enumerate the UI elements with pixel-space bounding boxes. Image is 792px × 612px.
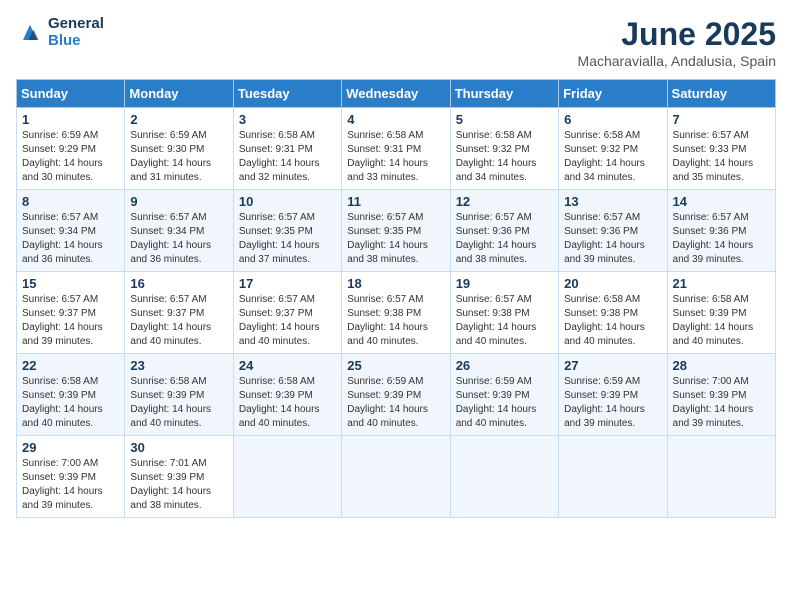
- calendar-cell: 15 Sunrise: 6:57 AMSunset: 9:37 PMDaylig…: [17, 272, 125, 354]
- calendar-cell: [450, 436, 558, 518]
- header-row: SundayMondayTuesdayWednesdayThursdayFrid…: [17, 80, 776, 108]
- calendar-row: 29 Sunrise: 7:00 AMSunset: 9:39 PMDaylig…: [17, 436, 776, 518]
- calendar-cell: 7 Sunrise: 6:57 AMSunset: 9:33 PMDayligh…: [667, 108, 775, 190]
- calendar-cell: 11 Sunrise: 6:57 AMSunset: 9:35 PMDaylig…: [342, 190, 450, 272]
- calendar-cell: 18 Sunrise: 6:57 AMSunset: 9:38 PMDaylig…: [342, 272, 450, 354]
- calendar-row: 1Sunrise: 6:59 AMSunset: 9:29 PMDaylight…: [17, 108, 776, 190]
- calendar-cell: 1Sunrise: 6:59 AMSunset: 9:29 PMDaylight…: [17, 108, 125, 190]
- calendar-cell: 27 Sunrise: 6:59 AMSunset: 9:39 PMDaylig…: [559, 354, 667, 436]
- header-cell-sunday: Sunday: [17, 80, 125, 108]
- calendar-cell: 16 Sunrise: 6:57 AMSunset: 9:37 PMDaylig…: [125, 272, 233, 354]
- calendar-cell: 3 Sunrise: 6:58 AMSunset: 9:31 PMDayligh…: [233, 108, 341, 190]
- month-title: June 2025: [578, 16, 776, 53]
- calendar-cell: 28 Sunrise: 7:00 AMSunset: 9:39 PMDaylig…: [667, 354, 775, 436]
- calendar-cell: 4 Sunrise: 6:58 AMSunset: 9:31 PMDayligh…: [342, 108, 450, 190]
- header-cell-thursday: Thursday: [450, 80, 558, 108]
- calendar-cell: 30 Sunrise: 7:01 AMSunset: 9:39 PMDaylig…: [125, 436, 233, 518]
- calendar-cell: 9 Sunrise: 6:57 AMSunset: 9:34 PMDayligh…: [125, 190, 233, 272]
- logo-line2: Blue: [48, 33, 104, 50]
- calendar-cell: 24 Sunrise: 6:58 AMSunset: 9:39 PMDaylig…: [233, 354, 341, 436]
- title-block: June 2025 Macharavialla, Andalusia, Spai…: [578, 16, 776, 69]
- calendar-cell: 25 Sunrise: 6:59 AMSunset: 9:39 PMDaylig…: [342, 354, 450, 436]
- calendar-cell: 14 Sunrise: 6:57 AMSunset: 9:36 PMDaylig…: [667, 190, 775, 272]
- calendar-cell: 8 Sunrise: 6:57 AMSunset: 9:34 PMDayligh…: [17, 190, 125, 272]
- logo: General Blue: [16, 16, 104, 49]
- calendar-cell: 22 Sunrise: 6:58 AMSunset: 9:39 PMDaylig…: [17, 354, 125, 436]
- calendar-row: 15 Sunrise: 6:57 AMSunset: 9:37 PMDaylig…: [17, 272, 776, 354]
- calendar-cell: 23 Sunrise: 6:58 AMSunset: 9:39 PMDaylig…: [125, 354, 233, 436]
- calendar-row: 8 Sunrise: 6:57 AMSunset: 9:34 PMDayligh…: [17, 190, 776, 272]
- calendar-cell: 13 Sunrise: 6:57 AMSunset: 9:36 PMDaylig…: [559, 190, 667, 272]
- logo-icon: [16, 19, 44, 47]
- page-header: General Blue June 2025 Macharavialla, An…: [16, 16, 776, 69]
- calendar-cell: 20 Sunrise: 6:58 AMSunset: 9:38 PMDaylig…: [559, 272, 667, 354]
- header-cell-tuesday: Tuesday: [233, 80, 341, 108]
- calendar-cell: [667, 436, 775, 518]
- calendar-table: SundayMondayTuesdayWednesdayThursdayFrid…: [16, 79, 776, 518]
- calendar-row: 22 Sunrise: 6:58 AMSunset: 9:39 PMDaylig…: [17, 354, 776, 436]
- calendar-cell: 2 Sunrise: 6:59 AMSunset: 9:30 PMDayligh…: [125, 108, 233, 190]
- calendar-cell: 6 Sunrise: 6:58 AMSunset: 9:32 PMDayligh…: [559, 108, 667, 190]
- location-title: Macharavialla, Andalusia, Spain: [578, 53, 776, 69]
- calendar-cell: 12 Sunrise: 6:57 AMSunset: 9:36 PMDaylig…: [450, 190, 558, 272]
- calendar-cell: 29 Sunrise: 7:00 AMSunset: 9:39 PMDaylig…: [17, 436, 125, 518]
- logo-line1: General: [48, 16, 104, 33]
- calendar-cell: 19 Sunrise: 6:57 AMSunset: 9:38 PMDaylig…: [450, 272, 558, 354]
- calendar-cell: [559, 436, 667, 518]
- calendar-cell: 5 Sunrise: 6:58 AMSunset: 9:32 PMDayligh…: [450, 108, 558, 190]
- calendar-cell: 10 Sunrise: 6:57 AMSunset: 9:35 PMDaylig…: [233, 190, 341, 272]
- calendar-cell: [342, 436, 450, 518]
- header-cell-friday: Friday: [559, 80, 667, 108]
- calendar-cell: 26 Sunrise: 6:59 AMSunset: 9:39 PMDaylig…: [450, 354, 558, 436]
- calendar-cell: [233, 436, 341, 518]
- header-cell-monday: Monday: [125, 80, 233, 108]
- header-cell-wednesday: Wednesday: [342, 80, 450, 108]
- calendar-cell: 21 Sunrise: 6:58 AMSunset: 9:39 PMDaylig…: [667, 272, 775, 354]
- calendar-cell: 17 Sunrise: 6:57 AMSunset: 9:37 PMDaylig…: [233, 272, 341, 354]
- header-cell-saturday: Saturday: [667, 80, 775, 108]
